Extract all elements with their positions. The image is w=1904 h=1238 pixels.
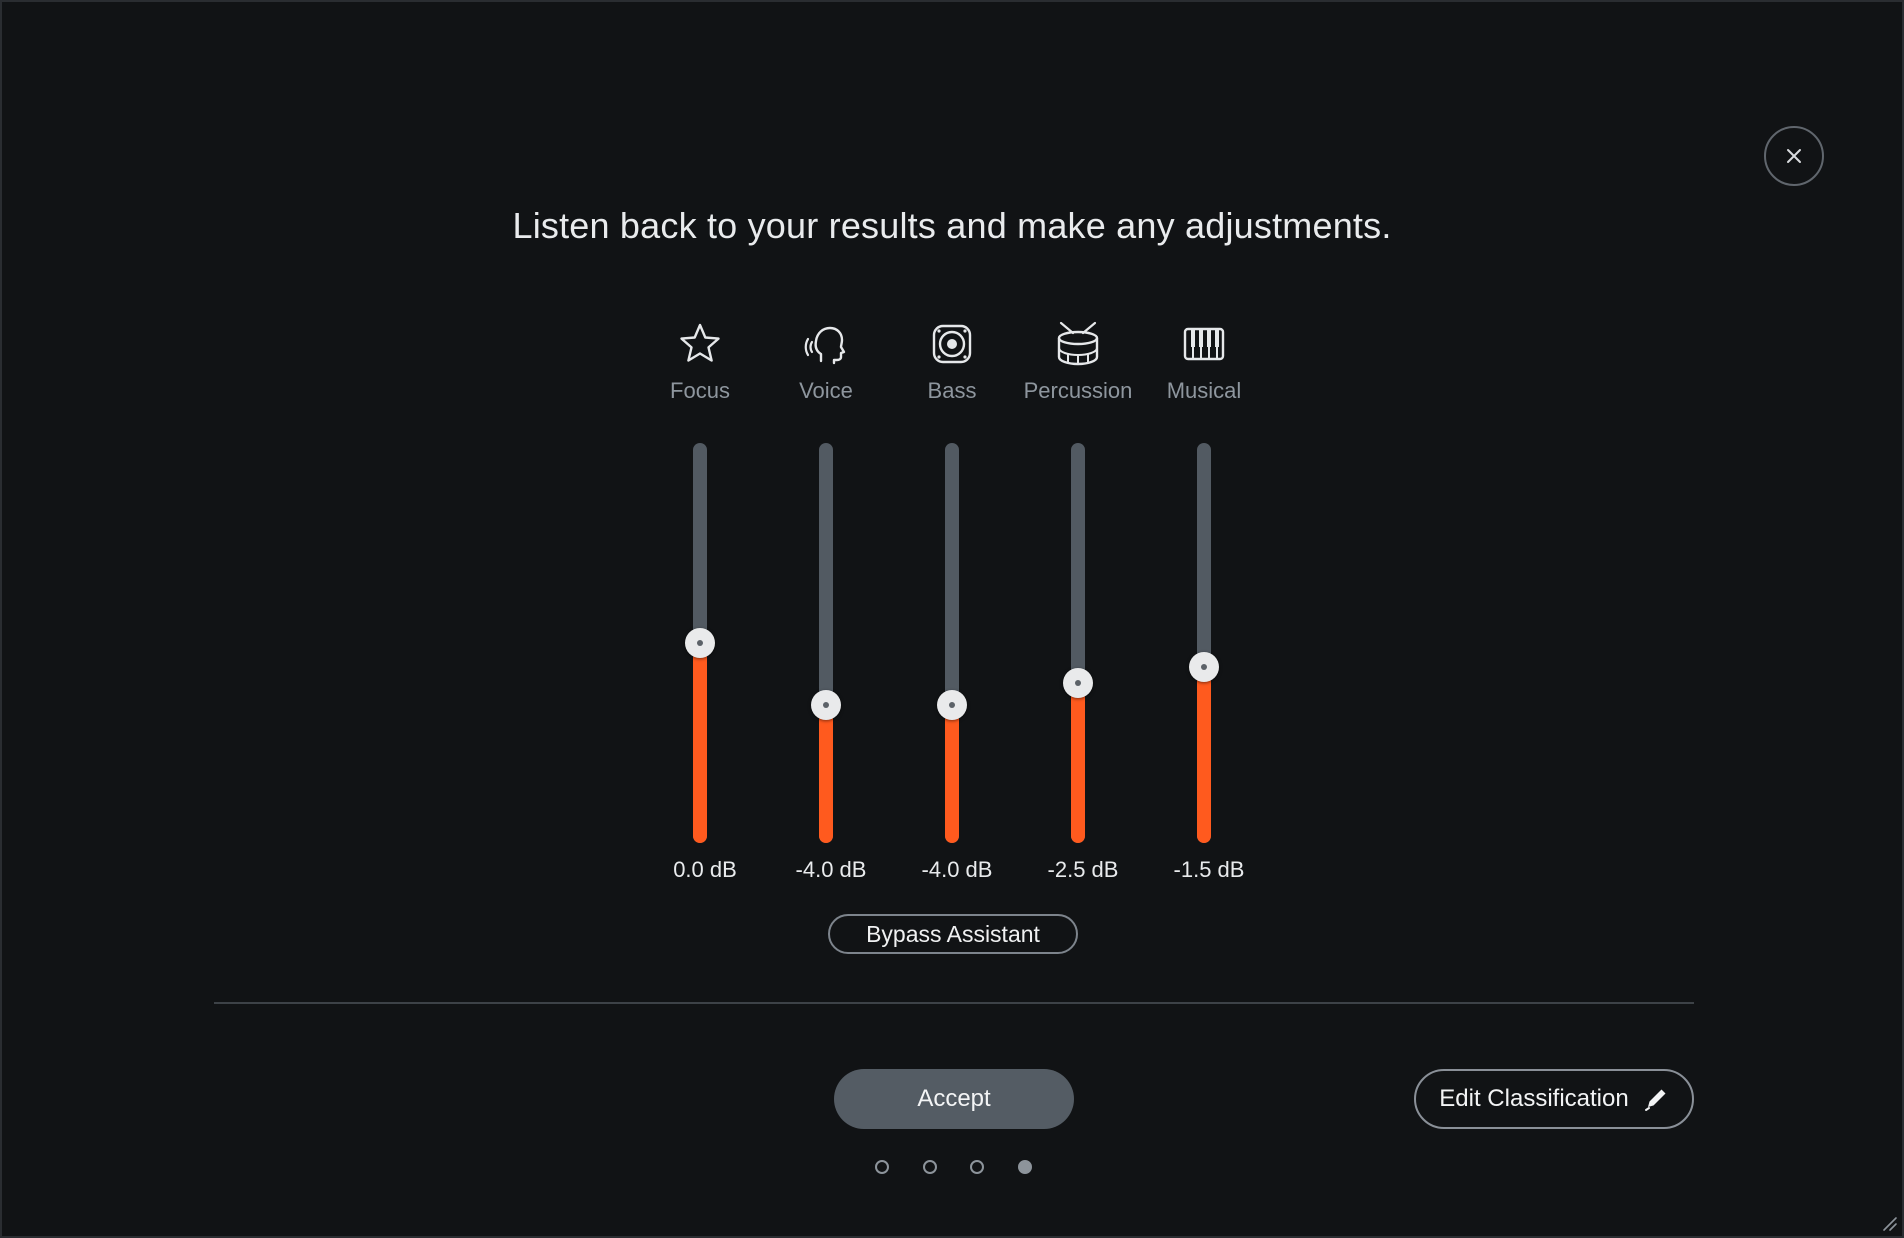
edit-classification-label: Edit Classification <box>1439 1085 1629 1112</box>
pager-dot-2[interactable] <box>923 1160 937 1174</box>
resize-grip-icon[interactable] <box>1878 1212 1898 1232</box>
pager-dot-3[interactable] <box>970 1160 984 1174</box>
close-icon <box>1787 149 1801 163</box>
edit-classification-button[interactable]: Edit Classification <box>1414 1069 1694 1129</box>
assistant-dialog: Listen back to your results and make any… <box>0 0 1904 1238</box>
pencil-icon <box>1644 1089 1666 1111</box>
slider-fill <box>1071 683 1085 843</box>
percussion-slider[interactable] <box>1063 443 1093 843</box>
page-title: Listen back to your results and make any… <box>512 205 1392 246</box>
slider-thumb[interactable] <box>1063 668 1093 698</box>
slider-fill <box>945 705 959 843</box>
voice-icon <box>763 317 889 371</box>
drum-icon <box>1015 317 1141 371</box>
pager-dot-1[interactable] <box>875 1160 889 1174</box>
slider-thumb[interactable] <box>937 690 967 720</box>
speaker-icon <box>889 317 1015 371</box>
channel-value: -1.5 dB <box>1173 857 1245 882</box>
bypass-assistant-button[interactable]: Bypass Assistant <box>828 914 1078 954</box>
musical-slider[interactable] <box>1189 443 1219 843</box>
star-icon <box>637 317 763 371</box>
slider-fill <box>819 705 833 843</box>
piano-icon <box>1141 317 1267 371</box>
slider-thumb[interactable] <box>685 628 715 658</box>
slider-thumb[interactable] <box>811 690 841 720</box>
voice-slider[interactable] <box>811 443 841 843</box>
pager-dot-4[interactable] <box>1018 1160 1032 1174</box>
focus-slider[interactable] <box>685 443 715 843</box>
accept-button[interactable]: Accept <box>834 1069 1074 1129</box>
slider-thumb[interactable] <box>1189 652 1219 682</box>
slider-fill <box>1197 667 1211 843</box>
close-button[interactable] <box>1764 126 1824 186</box>
slider-fill <box>693 643 707 843</box>
divider <box>214 1002 1694 1004</box>
bass-slider[interactable] <box>937 443 967 843</box>
channel-musical: Musical -1.5 dB <box>1141 317 1267 892</box>
channel-label: Musical <box>1166 378 1242 403</box>
